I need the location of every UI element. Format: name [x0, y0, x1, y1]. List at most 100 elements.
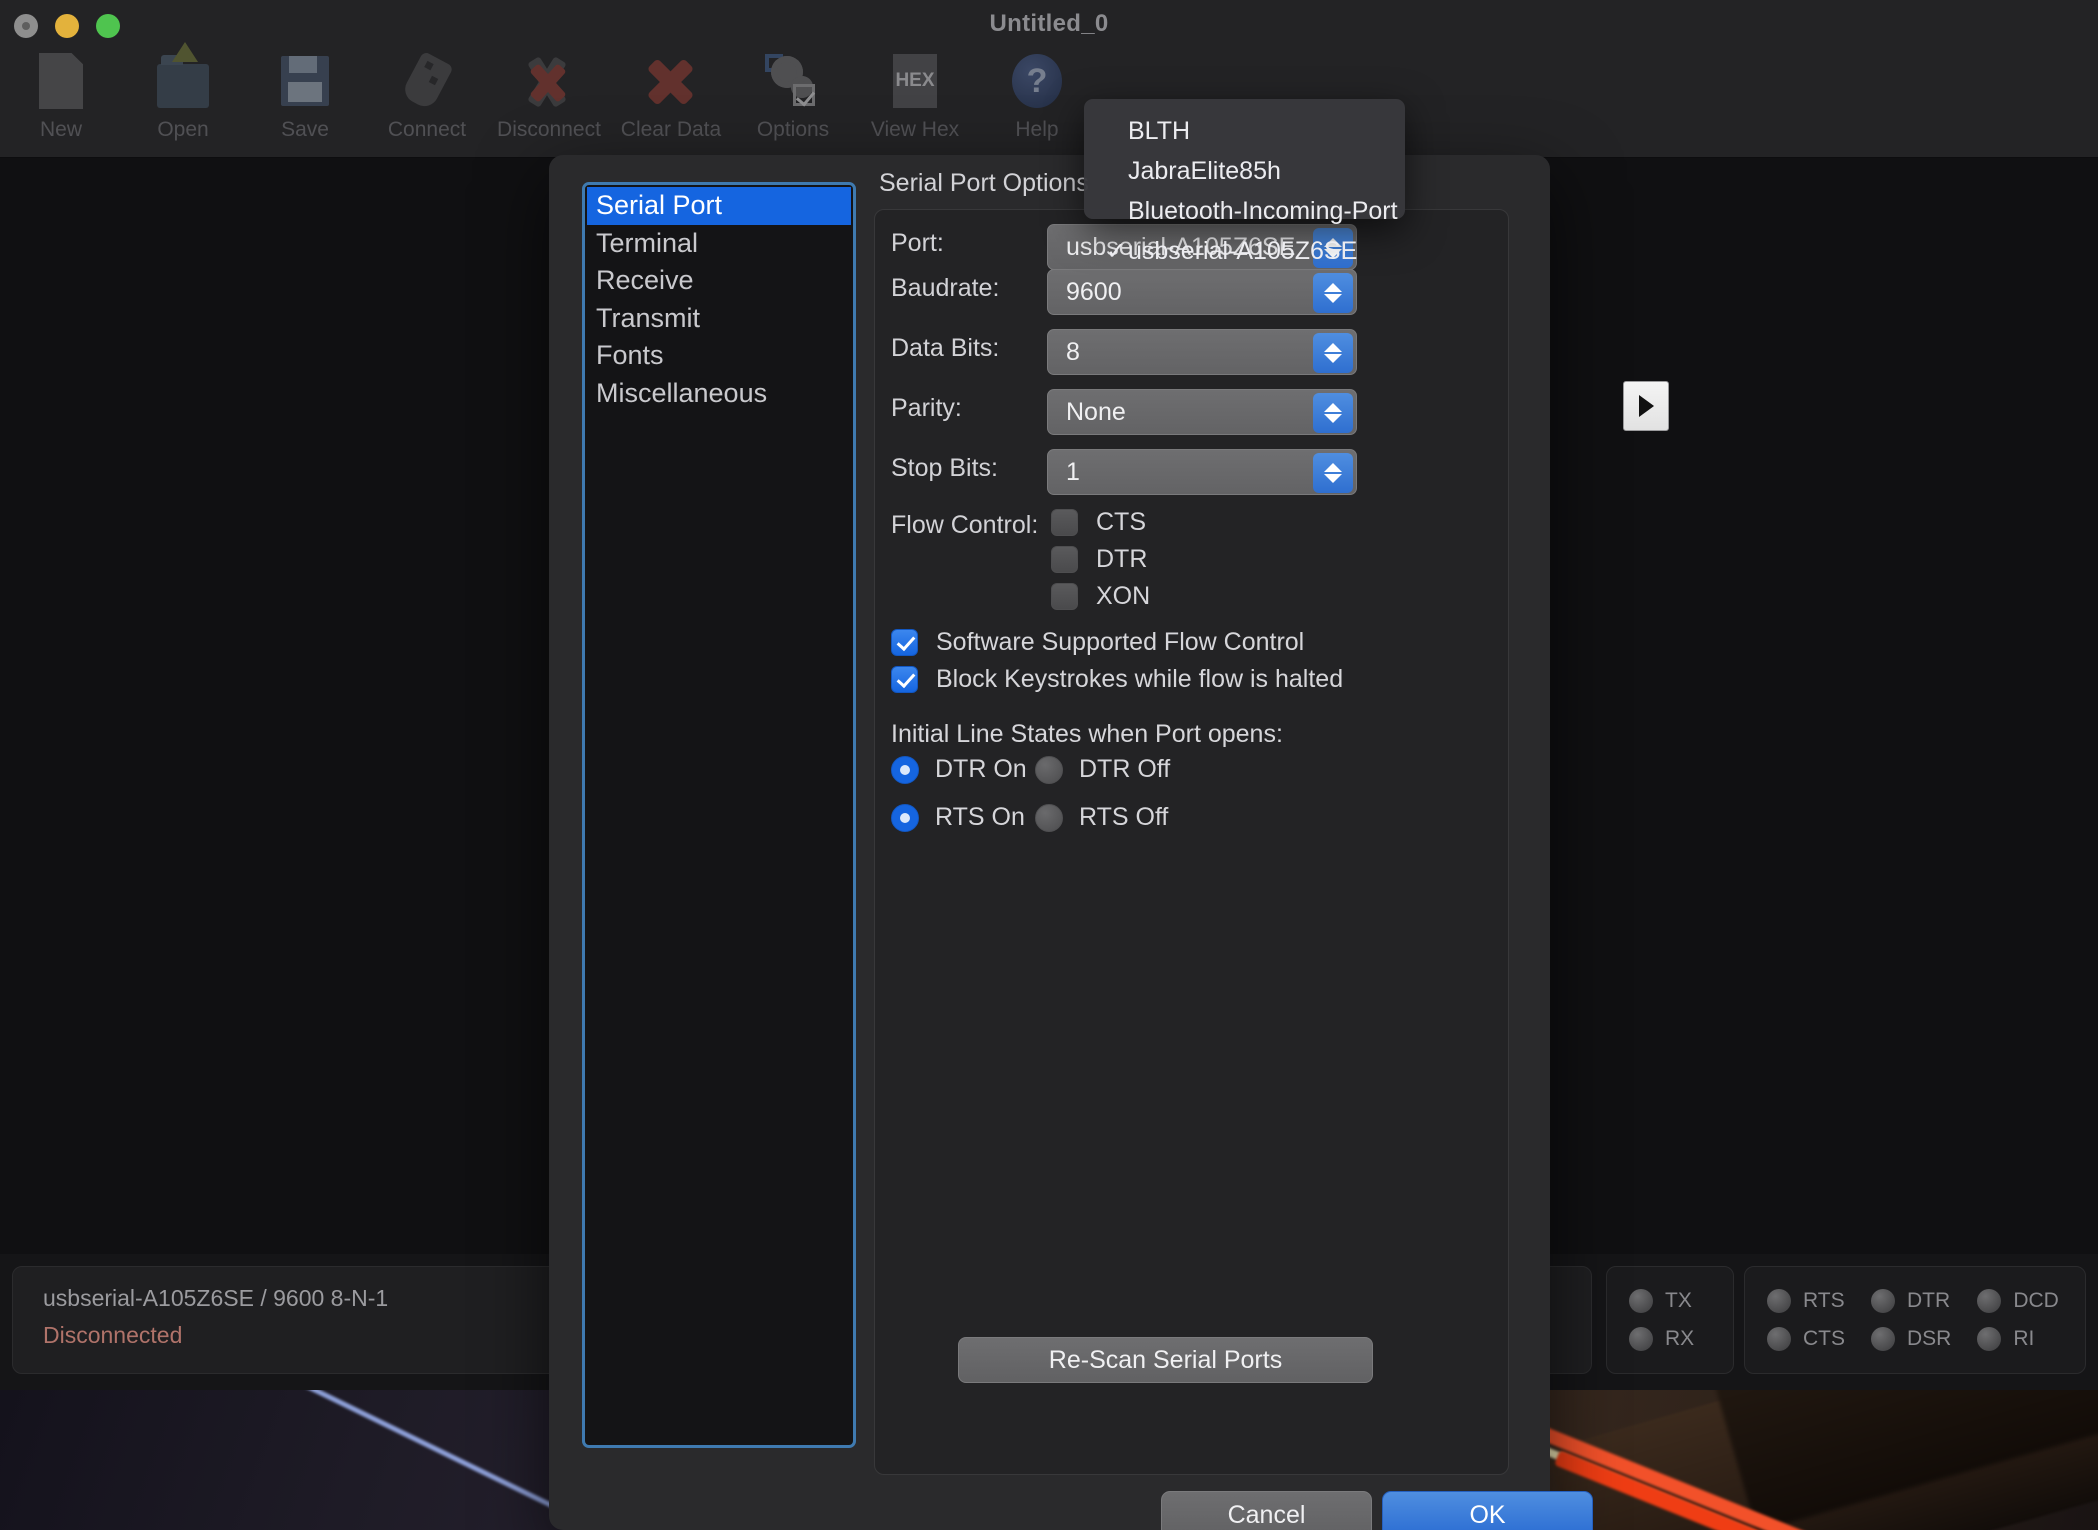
- help-glyph: ?: [1026, 61, 1048, 100]
- toolbar-button-disconnect[interactable]: Disconnect: [488, 44, 610, 142]
- toolbar-label: Help: [1015, 118, 1059, 141]
- dialog-sidebar[interactable]: Serial Port Terminal Receive Transmit Fo…: [582, 182, 856, 1448]
- chevron-down-icon: [1324, 474, 1342, 483]
- radio-dtr-off-row[interactable]: DTR Off: [1035, 755, 1170, 784]
- toolbar-button-view-hex[interactable]: HEX View Hex: [854, 44, 976, 142]
- toolbar-button-save[interactable]: Save: [244, 44, 366, 142]
- flow-control-xon[interactable]: XON: [1051, 582, 1150, 611]
- toolbar-label: Save: [281, 118, 329, 141]
- checkbox-cts[interactable]: [1051, 509, 1078, 536]
- toolbar-button-open[interactable]: Open: [122, 42, 244, 142]
- toolbar-button-clear-data[interactable]: Clear Data: [610, 44, 732, 142]
- data-bits-select[interactable]: 8: [1047, 329, 1357, 375]
- screen: Untitled_0 New Open Save Connect Disconn…: [0, 0, 2098, 1530]
- usb-disconnect-icon: [520, 50, 578, 112]
- stop-bits-select[interactable]: 1: [1047, 449, 1357, 495]
- chevron-down-icon: [1324, 354, 1342, 363]
- led-label: TX: [1665, 1289, 1692, 1312]
- field-baudrate: Baudrate:: [891, 274, 1046, 303]
- parity-select[interactable]: None: [1047, 389, 1357, 435]
- sidebar-item-receive[interactable]: Receive: [587, 262, 851, 300]
- checkbox-label: DTR: [1096, 545, 1148, 573]
- port-dropdown-menu[interactable]: BLTH JabraElite85h Bluetooth-Incoming-Po…: [1084, 99, 1405, 265]
- radio-rts-off-row[interactable]: RTS Off: [1035, 803, 1168, 832]
- checkbox-xon[interactable]: [1051, 583, 1078, 610]
- chevron-up-icon: [1324, 283, 1342, 292]
- radio-dtr-on[interactable]: [891, 755, 919, 784]
- led-dsr: DSR: [1871, 1327, 1951, 1351]
- field-data-bits: Data Bits:: [891, 334, 1046, 363]
- led-tx: TX: [1629, 1289, 1694, 1313]
- data-bits-stepper[interactable]: [1313, 333, 1353, 373]
- led-indicator-icon: [1871, 1327, 1895, 1351]
- gears-options-icon: [764, 50, 822, 112]
- chevron-up-icon: [1324, 403, 1342, 412]
- hex-glyph: HEX: [895, 70, 935, 91]
- field-label: Port:: [891, 229, 944, 257]
- software-flow-control-row[interactable]: Software Supported Flow Control: [891, 628, 1304, 657]
- baudrate-stepper[interactable]: [1313, 273, 1353, 313]
- ok-button[interactable]: OK: [1382, 1491, 1593, 1530]
- toolbar-button-options[interactable]: Options: [732, 44, 854, 142]
- checkbox-dtr[interactable]: [1051, 546, 1078, 573]
- stop-bits-value: 1: [1066, 457, 1080, 486]
- sidebar-item-miscellaneous[interactable]: Miscellaneous: [587, 375, 851, 413]
- toolbar-label: Clear Data: [620, 118, 722, 141]
- toolbar-button-new[interactable]: New: [0, 44, 122, 142]
- led-dcd: DCD: [1977, 1289, 2059, 1313]
- led-indicator-icon: [1629, 1289, 1653, 1313]
- usb-connect-icon: [398, 50, 456, 112]
- field-label: Parity:: [891, 394, 962, 422]
- led-rx: RX: [1629, 1327, 1694, 1351]
- checkbox-label: CTS: [1096, 508, 1146, 536]
- checkbox-block-keystrokes[interactable]: [891, 666, 918, 693]
- radio-label: DTR Off: [1079, 755, 1171, 783]
- open-folder-icon: [154, 42, 212, 112]
- menu-item-blth[interactable]: BLTH: [1084, 111, 1405, 151]
- led-ri: RI: [1977, 1327, 2059, 1351]
- port-detail-button[interactable]: [1623, 381, 1669, 431]
- led-label: RI: [2013, 1327, 2035, 1350]
- led-cts: CTS: [1767, 1327, 1845, 1351]
- led-dtr: DTR: [1871, 1289, 1951, 1313]
- sidebar-item-terminal[interactable]: Terminal: [587, 225, 851, 263]
- checkbox-software-flow-control[interactable]: [891, 629, 918, 656]
- field-label: Data Bits:: [891, 334, 1000, 362]
- flow-control-cts[interactable]: CTS: [1051, 508, 1146, 537]
- radio-rts-on[interactable]: [891, 803, 919, 832]
- toolbar-button-help[interactable]: ? Help: [976, 44, 1098, 142]
- radio-dtr-on-row[interactable]: DTR On: [891, 755, 1027, 784]
- toolbar-button-connect[interactable]: Connect: [366, 44, 488, 142]
- led-rts: RTS: [1767, 1289, 1845, 1313]
- baudrate-select[interactable]: 9600: [1047, 269, 1357, 315]
- window-title: Untitled_0: [989, 10, 1109, 37]
- field-label: Baudrate:: [891, 274, 1000, 302]
- line-states-heading: Initial Line States when Port opens:: [891, 720, 1283, 748]
- chevron-down-icon: [1324, 294, 1342, 303]
- menu-item-jabraelite85h[interactable]: JabraElite85h: [1084, 151, 1405, 191]
- menu-item-label: Bluetooth-Incoming-Port: [1128, 196, 1398, 225]
- baudrate-value: 9600: [1066, 277, 1122, 306]
- menu-item-bluetooth-incoming-port[interactable]: Bluetooth-Incoming-Port: [1084, 191, 1405, 231]
- stop-bits-stepper[interactable]: [1313, 453, 1353, 493]
- radio-rts-off[interactable]: [1035, 803, 1063, 832]
- radio-rts-on-row[interactable]: RTS On: [891, 803, 1025, 832]
- radio-dtr-off[interactable]: [1035, 755, 1063, 784]
- menu-item-usbserial-a105z6se[interactable]: ✓ usbserial-A105Z6SE: [1084, 231, 1405, 271]
- sidebar-item-transmit[interactable]: Transmit: [587, 300, 851, 338]
- toolbar-label: Options: [756, 118, 830, 141]
- flow-control-dtr[interactable]: DTR: [1051, 545, 1147, 574]
- hex-icon: HEX: [886, 50, 944, 112]
- menu-item-label: BLTH: [1128, 116, 1191, 145]
- field-stop-bits: Stop Bits:: [891, 454, 1046, 483]
- floppy-disk-icon: [276, 50, 334, 112]
- sidebar-item-fonts[interactable]: Fonts: [587, 337, 851, 375]
- parity-stepper[interactable]: [1313, 393, 1353, 433]
- chevron-up-icon: [1324, 463, 1342, 472]
- sidebar-item-serial-port[interactable]: Serial Port: [587, 187, 851, 225]
- led-label: DCD: [2013, 1289, 2059, 1312]
- cancel-button[interactable]: Cancel: [1161, 1491, 1372, 1530]
- block-keystrokes-row[interactable]: Block Keystrokes while flow is halted: [891, 665, 1343, 694]
- panel-title: Serial Port Options: [879, 169, 1089, 197]
- rescan-serial-ports-button[interactable]: Re-Scan Serial Ports: [958, 1337, 1373, 1383]
